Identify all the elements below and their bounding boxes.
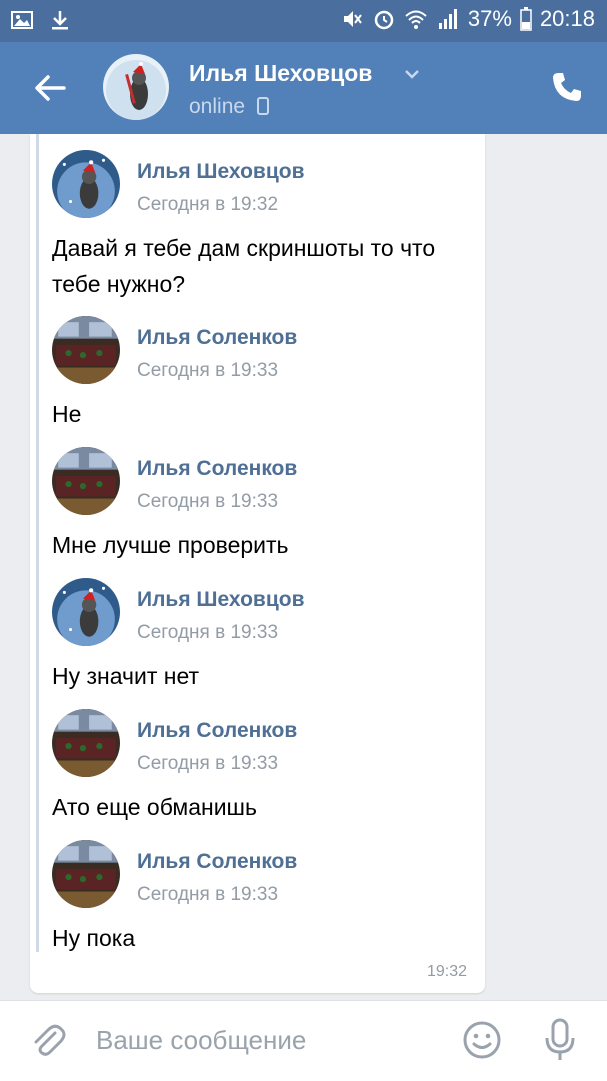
battery-percent: 37% (467, 6, 512, 31)
message-text: Ну значит нет (52, 663, 200, 689)
forwarded-messages-card[interactable]: Илья Шеховцов Сегодня в 19:32 Давай я те… (30, 134, 485, 993)
status-text: online (189, 95, 246, 118)
avatar[interactable] (52, 840, 120, 908)
message-text: Давай я тебе дам скриншоты то что тебе н… (52, 235, 436, 297)
message-author[interactable]: Илья Соленков (137, 457, 297, 481)
avatar[interactable] (52, 709, 120, 777)
message-time: Сегодня в 19:33 (137, 622, 279, 643)
message-author[interactable]: Илья Шеховцов (137, 160, 304, 184)
alarm-icon (374, 10, 394, 30)
raccoon-avatar-image (103, 54, 169, 120)
battery-icon (520, 7, 532, 31)
forward-indicator-line (36, 134, 39, 952)
message-author[interactable]: Илья Соленков (137, 326, 297, 350)
clock: 20:18 (539, 6, 595, 31)
contact-avatar[interactable] (103, 54, 169, 120)
phone-icon[interactable] (550, 70, 584, 104)
avatar[interactable] (52, 578, 120, 646)
message-time: Сегодня в 19:33 (137, 360, 279, 381)
message-sent-time: 19:32 (426, 963, 467, 980)
message-time: Сегодня в 19:33 (137, 884, 279, 905)
avatar[interactable] (52, 447, 120, 515)
contact-name[interactable]: Илья Шеховцов (189, 60, 372, 87)
download-icon (52, 11, 68, 30)
mobile-icon (256, 97, 269, 115)
avatar[interactable] (52, 316, 120, 384)
message-author[interactable]: Илья Соленков (137, 719, 297, 743)
message-text: Ну пока (52, 925, 136, 951)
attach-icon[interactable] (28, 1021, 66, 1059)
message-text: Не (52, 401, 82, 427)
back-arrow-icon[interactable] (30, 68, 70, 108)
message-composer: Ваше сообщение (0, 1000, 607, 1081)
chat-header: Илья Шеховцов online (0, 42, 607, 134)
message-author[interactable]: Илья Шеховцов (137, 588, 304, 612)
signal-icon (438, 9, 457, 29)
image-icon (11, 11, 33, 29)
message-input[interactable]: Ваше сообщение (96, 1025, 306, 1056)
wifi-icon (405, 10, 427, 29)
contact-status: online (189, 95, 269, 119)
mute-icon (343, 11, 362, 27)
message-author[interactable]: Илья Соленков (137, 850, 297, 874)
microphone-icon[interactable] (540, 1017, 580, 1063)
message-time: Сегодня в 19:33 (137, 753, 279, 774)
message-time: Сегодня в 19:32 (137, 194, 279, 215)
chevron-down-icon[interactable] (402, 64, 422, 84)
emoji-icon[interactable] (462, 1020, 502, 1060)
message-time: Сегодня в 19:33 (137, 491, 279, 512)
avatar[interactable] (52, 150, 120, 218)
message-text: Ато еще обманишь (52, 794, 257, 820)
message-text: Мне лучше проверить (52, 532, 289, 558)
status-bar: 37% 20:18 (0, 0, 607, 42)
